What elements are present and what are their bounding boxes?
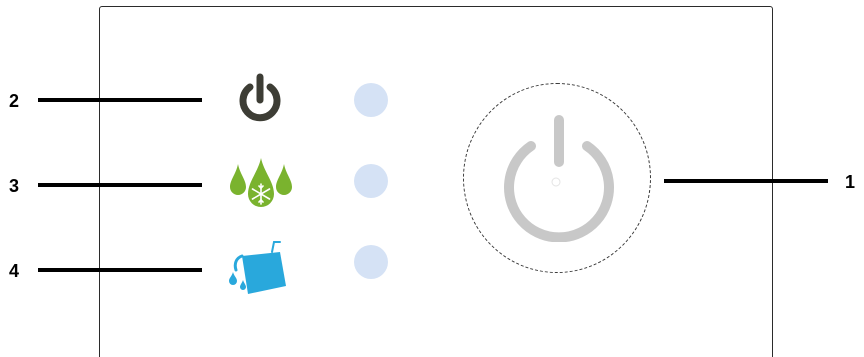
indicator-led-dehumidify	[354, 164, 388, 198]
callout-line-2	[38, 98, 202, 102]
callout-number-4: 4	[9, 261, 20, 281]
callout-line-1	[664, 179, 828, 183]
callout-line-3	[38, 183, 202, 187]
callout-number-1: 1	[845, 172, 856, 192]
indicator-led-tank	[354, 245, 388, 279]
power-button-icon[interactable]	[499, 112, 619, 247]
callout-number-2: 2	[9, 91, 20, 111]
callout-line-4	[38, 268, 202, 272]
indicator-led-power	[354, 83, 388, 117]
water-drops-snowflake-icon	[226, 154, 296, 219]
control-panel-diagram: 2 3 4 1	[0, 0, 864, 357]
water-tank-icon	[224, 238, 292, 303]
callout-number-3: 3	[9, 176, 20, 196]
power-icon	[234, 72, 286, 131]
